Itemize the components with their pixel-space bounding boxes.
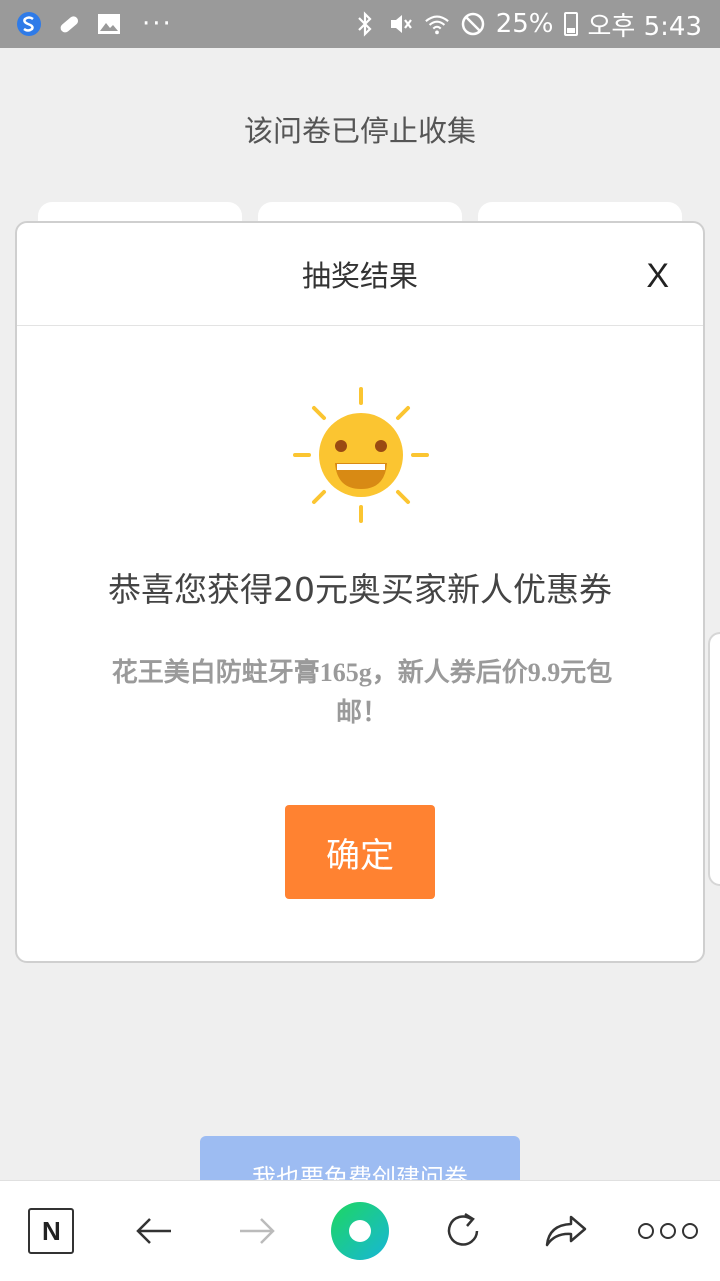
green-dot-icon xyxy=(330,1202,389,1260)
naver-button[interactable]: N xyxy=(16,1196,86,1266)
close-button[interactable]: X xyxy=(646,257,669,296)
battery-icon xyxy=(563,12,578,36)
wifi-icon xyxy=(424,11,450,37)
app-s-icon xyxy=(16,11,42,37)
page-title: 该问卷已停止收集 xyxy=(243,114,476,148)
share-icon xyxy=(545,1215,586,1247)
gallery-icon xyxy=(96,11,122,37)
more-button[interactable] xyxy=(633,1196,703,1266)
confirm-label: 确定 xyxy=(326,835,394,876)
refresh-button[interactable] xyxy=(428,1196,498,1266)
lottery-result-dialog: 抽奖结果 X 恭喜您获得20元奥买家新人优惠券 花王美白防蛀牙膏165g，新人券… xyxy=(15,221,705,963)
home-button[interactable] xyxy=(325,1196,395,1266)
bluetooth-icon xyxy=(352,11,378,37)
prize-description: 花王美白防蛀牙膏165g，新人券后价9.9元包邮！ xyxy=(111,658,613,727)
battery-percent: 25% xyxy=(495,9,554,39)
dialog-title: 抽奖结果 xyxy=(301,259,418,293)
dialog-header: 抽奖结果 X xyxy=(17,223,703,326)
clock: 오후 5:43 xyxy=(587,11,703,42)
smiling-sun-icon xyxy=(293,387,429,523)
mute-icon xyxy=(388,11,414,37)
forward-button[interactable] xyxy=(222,1196,292,1266)
confirm-button[interactable]: 确定 xyxy=(285,805,435,899)
share-button[interactable] xyxy=(531,1196,601,1266)
arrow-right-icon xyxy=(240,1218,275,1244)
side-tab[interactable] xyxy=(708,632,720,886)
pill-icon xyxy=(56,11,82,37)
more-dots-icon xyxy=(638,1223,699,1239)
browser-toolbar: N xyxy=(0,1180,720,1281)
do-not-disturb-icon xyxy=(460,11,486,37)
status-bar: ··· 25% 오후 5:43 xyxy=(0,0,720,48)
back-button[interactable] xyxy=(119,1196,189,1266)
congratulation-text: 恭喜您获得20元奥买家新人优惠券 xyxy=(108,570,612,609)
arrow-left-icon xyxy=(136,1218,172,1244)
refresh-icon xyxy=(447,1212,479,1246)
naver-n-icon: N xyxy=(28,1208,75,1254)
more-notifications-icon: ··· xyxy=(142,9,173,39)
